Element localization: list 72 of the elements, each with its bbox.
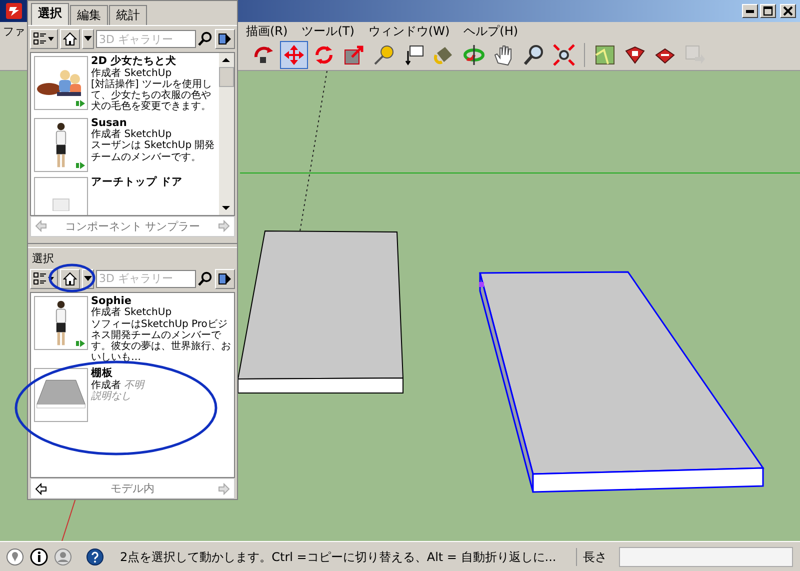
menu-item[interactable]: ウィンドウ(W) — [361, 22, 457, 40]
menu-item[interactable]: ヘルプ(H) — [456, 22, 526, 40]
dynamic-component-icon — [76, 100, 85, 107]
home-button[interactable] — [60, 268, 80, 289]
slab-model[interactable] — [479, 271, 764, 493]
component-description: ソフィーはSketchUp Proビジネス開発チームのメンバーです。彼女の夢は、世界旅行、おいしいも… — [91, 318, 231, 364]
component-thumbnail[interactable] — [34, 176, 88, 215]
component-thumbnail[interactable] — [34, 56, 88, 110]
component-title[interactable]: アーチトップ ドア — [91, 176, 183, 188]
component-description: スーザンは SketchUp 開発チームのメンバーです。 — [91, 140, 216, 163]
list-view-icon — [33, 32, 55, 46]
menu-item[interactable]: ツール(T) — [294, 22, 362, 40]
minimize-icon — [746, 10, 754, 12]
user-icon[interactable] — [54, 548, 72, 566]
home-button[interactable] — [60, 29, 80, 49]
list-view-icon — [33, 272, 55, 286]
collection-name: モデル内 — [110, 481, 156, 496]
details-button[interactable] — [215, 268, 235, 289]
component-author: 作成者 SketchUp — [91, 68, 173, 79]
caret-icon — [84, 36, 92, 42]
minimize-button[interactable] — [742, 4, 758, 18]
component-author: 作成者 SketchUp — [91, 129, 172, 140]
component-author: 作成者 不明 — [91, 380, 144, 392]
close-button[interactable] — [780, 4, 796, 18]
location-pin-icon[interactable] — [6, 548, 24, 566]
component-thumbnail[interactable] — [34, 296, 88, 350]
close-icon — [783, 6, 793, 16]
annotation-ellipse — [48, 264, 96, 292]
scroll-thumb[interactable] — [219, 67, 234, 87]
help-icon[interactable] — [86, 548, 104, 566]
panel-tab[interactable]: 選択 — [31, 3, 69, 25]
menu-item[interactable]: ファ — [3, 24, 25, 38]
door-drawing — [51, 196, 71, 210]
measurement-label: 長さ — [583, 548, 608, 566]
search-field[interactable]: 3D ギャラリー — [96, 30, 196, 48]
component-description: [対話操作] ツールを使用して、少女たちの衣服の色や犬の毛色を変更できます。 — [91, 78, 213, 112]
collection-name: コンポーネント サンプラー — [64, 218, 202, 234]
component-thumbnail[interactable] — [34, 368, 88, 422]
maximize-button[interactable] — [760, 4, 776, 18]
info-icon[interactable] — [30, 548, 48, 566]
dropdown-button[interactable] — [82, 29, 94, 49]
scrollbar[interactable] — [219, 53, 234, 215]
vertex-marker — [479, 282, 484, 287]
caret-icon — [84, 276, 92, 282]
home-icon — [63, 272, 77, 286]
component-title[interactable]: 棚板 — [91, 368, 144, 380]
search-icon[interactable] — [197, 31, 213, 47]
view-options-button[interactable] — [30, 29, 58, 49]
component-title[interactable]: 2D 少女たちと犬 — [91, 56, 216, 68]
dynamic-component-icon — [76, 340, 85, 347]
back-arrow-icon[interactable] — [35, 482, 47, 494]
status-message: 2点を選択して動かします。Ctrl =コピーに切り替える、Alt = 自動折り返しに... — [120, 548, 556, 566]
panel-tab[interactable]: 統計 — [109, 5, 147, 25]
measurement-field[interactable] — [619, 547, 794, 567]
details-button[interactable] — [215, 29, 235, 49]
component-description: 説明なし — [91, 391, 132, 402]
component-title[interactable]: Susan — [91, 118, 216, 130]
app-logo-icon — [6, 3, 22, 19]
section-label: 選択 — [31, 250, 55, 266]
component-thumbnail[interactable] — [34, 118, 88, 172]
maximize-icon — [763, 6, 773, 16]
details-arrow-icon — [218, 270, 232, 287]
search-field[interactable]: 3D ギャラリー — [96, 270, 196, 288]
menu-item[interactable]: 描画(R) — [239, 22, 295, 40]
component-title[interactable]: Sophie — [91, 296, 231, 308]
slab-model[interactable] — [237, 230, 404, 394]
dynamic-component-icon — [76, 162, 85, 168]
panel-tab[interactable]: 編集 — [70, 5, 108, 25]
component-author: 作成者 SketchUp — [91, 307, 173, 319]
details-arrow-icon — [218, 31, 232, 47]
search-icon[interactable] — [197, 270, 213, 287]
home-icon — [63, 32, 77, 46]
